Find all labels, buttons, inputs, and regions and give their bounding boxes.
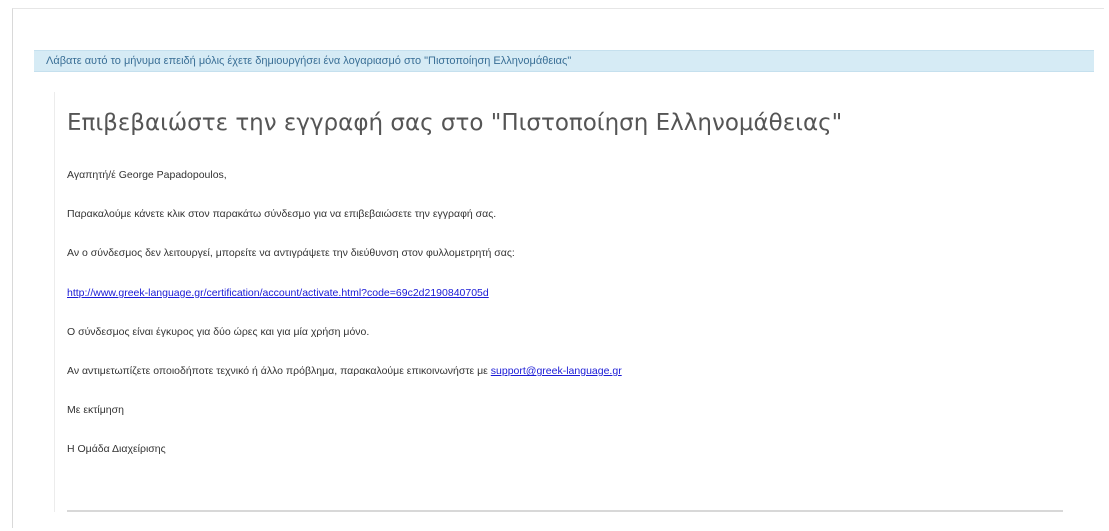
email-title: Επιβεβαιώστε την εγγραφή σας στο "Πιστοπ…: [67, 110, 843, 136]
support-row: Αν αντιμετωπίζετε οποιοδήποτε τεχνικό ή …: [67, 365, 622, 377]
divider: [67, 510, 1063, 512]
greeting-text: Αγαπητή/έ George Papadopoulos,: [67, 169, 227, 181]
activation-link-row: http://www.greek-language.gr/certificati…: [67, 287, 489, 299]
notice-banner: Λάβατε αυτό το μήνυμα επειδή μόλις έχετε…: [34, 50, 1094, 72]
closing-text: Με εκτίμηση: [67, 404, 124, 416]
instruction-text: Παρακαλούμε κάνετε κλικ στον παρακάτω σύ…: [67, 208, 497, 220]
email-body: Επιβεβαιώστε την εγγραφή σας στο "Πιστοπ…: [54, 92, 1094, 512]
signature-text: Η Ομάδα Διαχείρισης: [67, 443, 166, 455]
notice-text: Λάβατε αυτό το μήνυμα επειδή μόλις έχετε…: [46, 55, 572, 67]
support-text: Αν αντιμετωπίζετε οποιοδήποτε τεχνικό ή …: [67, 365, 488, 377]
fallback-text: Αν ο σύνδεσμος δεν λειτουργεί, μπορείτε …: [67, 247, 515, 259]
activation-link[interactable]: http://www.greek-language.gr/certificati…: [67, 287, 489, 299]
validity-text: Ο σύνδεσμος είναι έγκυρος για δύο ώρες κ…: [67, 326, 370, 338]
support-email-link[interactable]: support@greek-language.gr: [491, 365, 622, 377]
